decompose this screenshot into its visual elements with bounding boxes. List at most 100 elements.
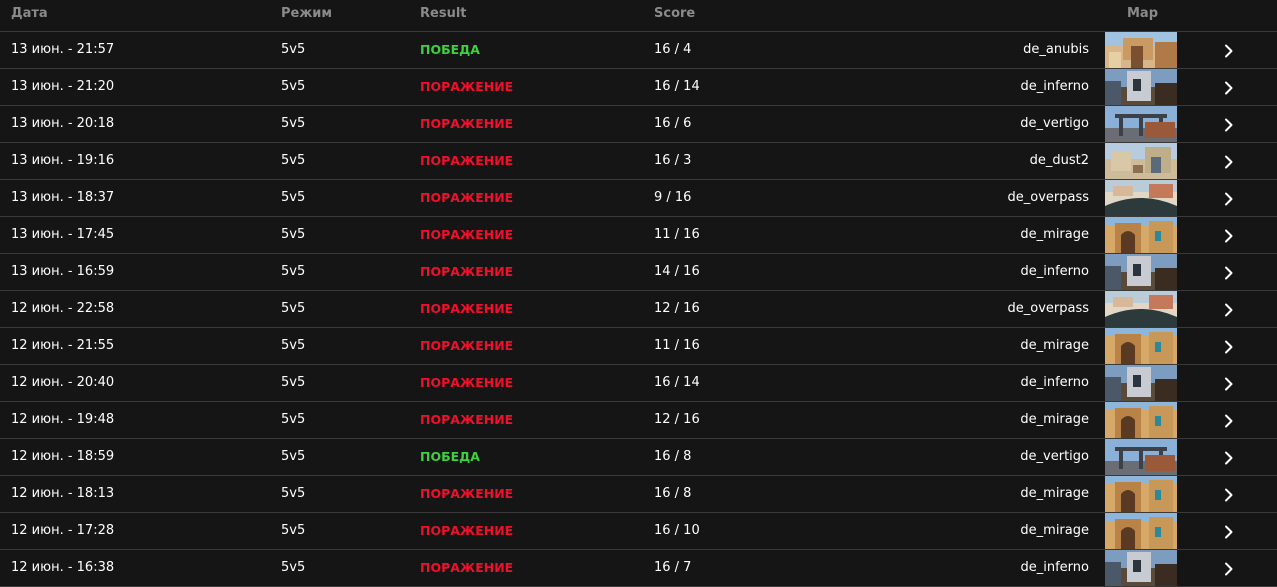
header-mode[interactable]: Режим — [281, 6, 332, 21]
inferno-map-thumbnail — [1105, 254, 1177, 290]
header-score[interactable]: Score — [654, 6, 695, 21]
match-score: 16 / 4 — [654, 42, 692, 57]
map-name: de_vertigo — [1020, 116, 1089, 131]
result-win: ПОБЕДА — [420, 449, 480, 464]
match-row[interactable]: 13 июн. - 17:45 5v5 ПОРАЖЕНИЕ 11 / 16 de_mir… — [0, 217, 1277, 254]
chevron-right-icon[interactable] — [1222, 487, 1236, 502]
match-row[interactable]: 12 июн. - 19:48 5v5 ПОРАЖЕНИЕ 12 / 16 de_mir… — [0, 402, 1277, 439]
map-name: de_anubis — [1023, 42, 1089, 57]
chevron-right-icon[interactable] — [1222, 191, 1236, 206]
inferno-map-thumbnail — [1105, 365, 1177, 401]
chevron-right-icon[interactable] — [1222, 228, 1236, 243]
match-row[interactable]: 13 июн. - 20:18 5v5 ПОРАЖЕНИЕ 16 / 6 de_vert… — [0, 106, 1277, 143]
match-row[interactable]: 13 июн. - 21:57 5v5 ПОБЕДА 16 / 4 de_anubis — [0, 32, 1277, 69]
match-score: 9 / 16 — [654, 190, 692, 205]
match-score: 16 / 8 — [654, 486, 692, 501]
match-row[interactable]: 12 июн. - 20:40 5v5 ПОРАЖЕНИЕ 16 / 14 de_inf… — [0, 365, 1277, 402]
chevron-right-icon[interactable] — [1222, 265, 1236, 280]
match-mode: 5v5 — [281, 79, 306, 94]
match-date: 12 июн. - 20:40 — [11, 375, 115, 390]
match-mode: 5v5 — [281, 264, 306, 279]
match-mode: 5v5 — [281, 190, 306, 205]
result-loss: ПОРАЖЕНИЕ — [420, 301, 514, 316]
vertigo-map-thumbnail — [1105, 439, 1177, 475]
match-score: 11 / 16 — [654, 227, 700, 242]
map-name: de_mirage — [1020, 338, 1089, 353]
match-mode: 5v5 — [281, 153, 306, 168]
match-date: 12 июн. - 19:48 — [11, 412, 115, 427]
map-name: de_vertigo — [1020, 449, 1089, 464]
match-row[interactable]: 12 июн. - 16:38 5v5 ПОРАЖЕНИЕ 16 / 7 de_infe… — [0, 550, 1277, 587]
match-row[interactable]: 13 июн. - 16:59 5v5 ПОРАЖЕНИЕ 14 / 16 de_inf… — [0, 254, 1277, 291]
overpass-map-thumbnail — [1105, 180, 1177, 216]
match-date: 13 июн. - 21:57 — [11, 42, 115, 57]
chevron-right-icon[interactable] — [1222, 117, 1236, 132]
map-name: de_dust2 — [1029, 153, 1089, 168]
match-score: 12 / 16 — [654, 412, 700, 427]
chevron-right-icon[interactable] — [1222, 339, 1236, 354]
match-mode: 5v5 — [281, 560, 306, 575]
match-date: 13 июн. - 20:18 — [11, 116, 115, 131]
header-date[interactable]: Дата — [11, 6, 48, 21]
header-map[interactable]: Map — [1127, 6, 1158, 21]
chevron-right-icon[interactable] — [1222, 302, 1236, 317]
match-mode: 5v5 — [281, 412, 306, 427]
chevron-right-icon[interactable] — [1222, 80, 1236, 95]
chevron-right-icon[interactable] — [1222, 43, 1236, 58]
map-name: de_mirage — [1020, 412, 1089, 427]
table-header: Дата Режим Result Score Map — [0, 0, 1277, 32]
result-loss: ПОРАЖЕНИЕ — [420, 486, 514, 501]
match-score: 16 / 14 — [654, 375, 700, 390]
result-loss: ПОРАЖЕНИЕ — [420, 264, 514, 279]
chevron-right-icon[interactable] — [1222, 413, 1236, 428]
result-loss: ПОРАЖЕНИЕ — [420, 227, 514, 242]
result-loss: ПОРАЖЕНИЕ — [420, 523, 514, 538]
match-row[interactable]: 13 июн. - 18:37 5v5 ПОРАЖЕНИЕ 9 / 16 de_over… — [0, 180, 1277, 217]
match-score: 12 / 16 — [654, 301, 700, 316]
dust2-map-thumbnail — [1105, 143, 1177, 179]
chevron-right-icon[interactable] — [1222, 450, 1236, 465]
match-mode: 5v5 — [281, 227, 306, 242]
match-date: 13 июн. - 19:16 — [11, 153, 115, 168]
match-score: 16 / 14 — [654, 79, 700, 94]
match-row[interactable]: 13 июн. - 21:20 5v5 ПОРАЖЕНИЕ 16 / 14 de_inf… — [0, 69, 1277, 106]
match-date: 12 июн. - 18:59 — [11, 449, 115, 464]
chevron-right-icon[interactable] — [1222, 561, 1236, 576]
map-name: de_inferno — [1020, 79, 1090, 94]
match-mode: 5v5 — [281, 523, 306, 538]
header-result[interactable]: Result — [420, 6, 467, 21]
map-name: de_inferno — [1020, 560, 1090, 575]
match-score: 16 / 6 — [654, 116, 692, 131]
match-row[interactable]: 12 июн. - 22:58 5v5 ПОРАЖЕНИЕ 12 / 16 de_ove… — [0, 291, 1277, 328]
chevron-right-icon[interactable] — [1222, 376, 1236, 391]
vertigo-map-thumbnail — [1105, 106, 1177, 142]
match-score: 11 / 16 — [654, 338, 700, 353]
result-win: ПОБЕДА — [420, 42, 480, 57]
match-score: 16 / 10 — [654, 523, 700, 538]
match-row[interactable]: 12 июн. - 17:28 5v5 ПОРАЖЕНИЕ 16 / 10 de_mir… — [0, 513, 1277, 550]
match-row[interactable]: 12 июн. - 21:55 5v5 ПОРАЖЕНИЕ 11 / 16 de_mir… — [0, 328, 1277, 365]
match-row[interactable]: 12 июн. - 18:59 5v5 ПОБЕДА 16 / 8 de_vertigo — [0, 439, 1277, 476]
overpass-map-thumbnail — [1105, 291, 1177, 327]
result-loss: ПОРАЖЕНИЕ — [420, 375, 514, 390]
map-name: de_overpass — [1007, 301, 1089, 316]
mirage-map-thumbnail — [1105, 328, 1177, 364]
match-mode: 5v5 — [281, 42, 306, 57]
map-name: de_mirage — [1020, 227, 1089, 242]
match-date: 12 июн. - 21:55 — [11, 338, 115, 353]
inferno-map-thumbnail — [1105, 69, 1177, 105]
map-name: de_mirage — [1020, 486, 1089, 501]
result-loss: ПОРАЖЕНИЕ — [420, 116, 514, 131]
chevron-right-icon[interactable] — [1222, 524, 1236, 539]
match-date: 13 июн. - 16:59 — [11, 264, 115, 279]
match-row[interactable]: 13 июн. - 19:16 5v5 ПОРАЖЕНИЕ 16 / 3 de_dust… — [0, 143, 1277, 180]
chevron-right-icon[interactable] — [1222, 154, 1236, 169]
match-date: 13 июн. - 17:45 — [11, 227, 115, 242]
result-loss: ПОРАЖЕНИЕ — [420, 190, 514, 205]
match-mode: 5v5 — [281, 375, 306, 390]
result-loss: ПОРАЖЕНИЕ — [420, 79, 514, 94]
match-row[interactable]: 12 июн. - 18:13 5v5 ПОРАЖЕНИЕ 16 / 8 de_mira… — [0, 476, 1277, 513]
match-date: 13 июн. - 21:20 — [11, 79, 115, 94]
result-loss: ПОРАЖЕНИЕ — [420, 153, 514, 168]
match-date: 12 июн. - 22:58 — [11, 301, 115, 316]
